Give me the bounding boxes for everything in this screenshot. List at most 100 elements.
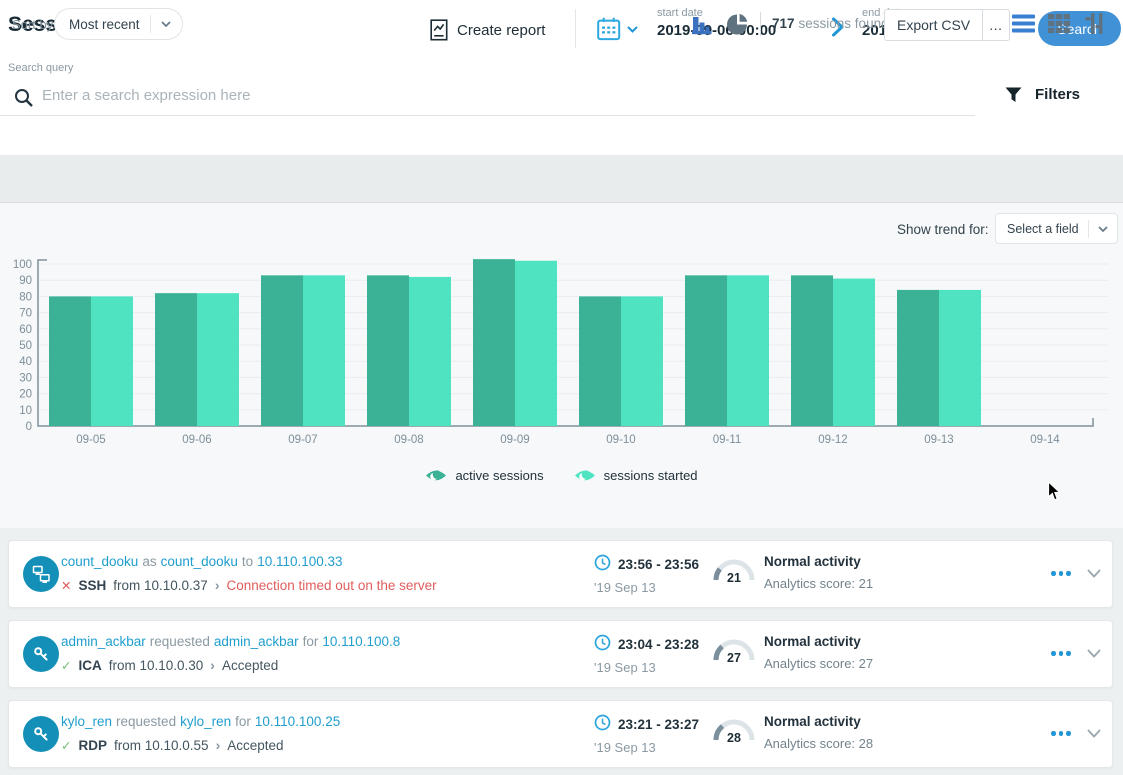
- session-type-icon: [23, 556, 59, 592]
- x-tick-label: 09-07: [288, 434, 317, 446]
- chart-bar[interactable]: [91, 296, 133, 426]
- session-protocol: SSH: [78, 578, 106, 593]
- chart-legend: active sessions sessions started: [0, 468, 1123, 483]
- flow-view-icon[interactable]: [1085, 13, 1105, 34]
- table-view-icon[interactable]: [1048, 14, 1070, 33]
- eye-icon: [425, 468, 447, 483]
- export-csv-group: Export CSV …: [884, 9, 1010, 41]
- session-card[interactable]: kylo_renrequestedkylo_renfor10.110.100.2…: [8, 700, 1113, 768]
- session-text: for: [303, 634, 319, 649]
- chart-bar[interactable]: [515, 261, 557, 426]
- bar-chart-view-icon[interactable]: [692, 14, 713, 35]
- chart-bar[interactable]: [261, 275, 303, 426]
- chart-bar[interactable]: [621, 296, 663, 426]
- session-date: '19 Sep 13: [594, 580, 699, 595]
- y-tick-label: 90: [19, 275, 32, 287]
- chart-bar[interactable]: [155, 293, 197, 426]
- session-date: '19 Sep 13: [594, 660, 699, 675]
- chevron-right-icon: ›: [210, 657, 215, 673]
- session-type-icon: [23, 636, 59, 672]
- start-date-value[interactable]: 2019-09-06 00:00: [657, 22, 776, 39]
- date-picker-button[interactable]: [597, 17, 638, 41]
- session-link[interactable]: admin_ackbar: [61, 634, 146, 649]
- export-more-button[interactable]: …: [983, 9, 1010, 41]
- session-link[interactable]: count_dooku: [161, 554, 238, 569]
- session-time-range: 23:21 - 23:27: [618, 717, 699, 732]
- session-link[interactable]: kylo_ren: [61, 714, 112, 729]
- filters-button[interactable]: Filters: [1005, 86, 1080, 103]
- analytics-score-label: Analytics score: 28: [764, 736, 873, 751]
- sort-by-select[interactable]: Most recent: [54, 8, 183, 40]
- filters-label: Filters: [1035, 86, 1080, 103]
- session-link[interactable]: 10.110.100.33: [257, 554, 342, 569]
- legend-item[interactable]: active sessions: [425, 468, 543, 483]
- session-protocol: ICA: [78, 658, 101, 673]
- session-link[interactable]: 10.110.100.25: [255, 714, 340, 729]
- session-link[interactable]: kylo_ren: [180, 714, 231, 729]
- session-identity: kylo_renrequestedkylo_renfor10.110.100.2…: [61, 714, 340, 729]
- session-link[interactable]: admin_ackbar: [214, 634, 299, 649]
- legend-label: sessions started: [604, 468, 698, 483]
- mouse-cursor: [1047, 481, 1062, 502]
- export-csv-button[interactable]: Export CSV: [884, 9, 983, 41]
- chart-bar[interactable]: [727, 275, 769, 426]
- y-tick-label: 70: [19, 308, 32, 320]
- more-menu-button[interactable]: [1051, 651, 1071, 656]
- session-identity: admin_ackbarrequestedadmin_ackbarfor10.1…: [61, 634, 400, 649]
- create-report-button[interactable]: Create report: [430, 19, 545, 41]
- activity-title: Normal activity: [764, 634, 861, 649]
- pie-chart-view-icon[interactable]: [727, 13, 749, 35]
- chart-bar[interactable]: [579, 296, 621, 426]
- search-query-row: [0, 84, 975, 116]
- analytics-score-gauge: 28: [711, 716, 757, 748]
- x-tick-label: 09-09: [500, 434, 529, 446]
- session-date: '19 Sep 13: [594, 740, 699, 755]
- chart-bar[interactable]: [939, 290, 981, 426]
- key-icon: [30, 723, 52, 745]
- session-link[interactable]: count_dooku: [61, 554, 138, 569]
- expand-chevron-icon[interactable]: [1087, 569, 1101, 578]
- chevron-down-icon: [161, 21, 171, 27]
- sessions-found-count: 717: [772, 16, 795, 31]
- chart-bar[interactable]: [833, 279, 875, 426]
- sessions-found: 717 sessions found: [772, 16, 889, 31]
- dropdown-divider: [150, 15, 151, 33]
- expand-chevron-icon[interactable]: [1087, 649, 1101, 658]
- chart-bar[interactable]: [367, 275, 409, 426]
- session-text: requested: [116, 714, 176, 729]
- sessions-found-label: sessions found: [799, 16, 889, 31]
- session-source: from 10.10.0.30: [109, 658, 204, 673]
- search-input[interactable]: [40, 86, 904, 105]
- trend-field-select[interactable]: Select a field: [995, 213, 1118, 244]
- session-result: Accepted: [227, 738, 283, 753]
- chart-bar[interactable]: [897, 290, 939, 426]
- create-report-label: Create report: [457, 22, 545, 39]
- analytics-score-label: Analytics score: 21: [764, 576, 873, 591]
- legend-item[interactable]: sessions started: [574, 468, 698, 483]
- chart-bar[interactable]: [473, 259, 515, 426]
- x-tick-label: 09-10: [606, 434, 635, 446]
- sort-by-value: Most recent: [69, 17, 140, 32]
- session-card[interactable]: count_dookuascount_dookuto10.110.100.33 …: [8, 540, 1113, 608]
- chart-bar[interactable]: [791, 275, 833, 426]
- x-tick-label: 09-06: [182, 434, 211, 446]
- expand-chevron-icon[interactable]: [1087, 729, 1101, 738]
- more-menu-button[interactable]: [1051, 571, 1071, 576]
- more-menu-button[interactable]: [1051, 731, 1071, 736]
- chart-bar[interactable]: [49, 296, 91, 426]
- session-card[interactable]: admin_ackbarrequestedadmin_ackbarfor10.1…: [8, 620, 1113, 688]
- chart-bar[interactable]: [409, 277, 451, 426]
- session-status-icon: ✓: [61, 658, 71, 673]
- chart-bar[interactable]: [197, 293, 239, 426]
- session-protocol: RDP: [78, 738, 107, 753]
- list-view-icon[interactable]: [1012, 14, 1035, 33]
- sessions-trend-chart[interactable]: 010203040506070809010009-0509-0609-0709-…: [8, 250, 1115, 453]
- results-toolbar: [0, 155, 1123, 203]
- session-result: Accepted: [222, 658, 278, 673]
- session-status-icon: ✓: [61, 738, 71, 753]
- y-tick-label: 40: [19, 356, 32, 368]
- dropdown-divider: [1088, 220, 1089, 238]
- chart-bar[interactable]: [303, 275, 345, 426]
- chart-bar[interactable]: [685, 275, 727, 426]
- session-link[interactable]: 10.110.100.8: [322, 634, 400, 649]
